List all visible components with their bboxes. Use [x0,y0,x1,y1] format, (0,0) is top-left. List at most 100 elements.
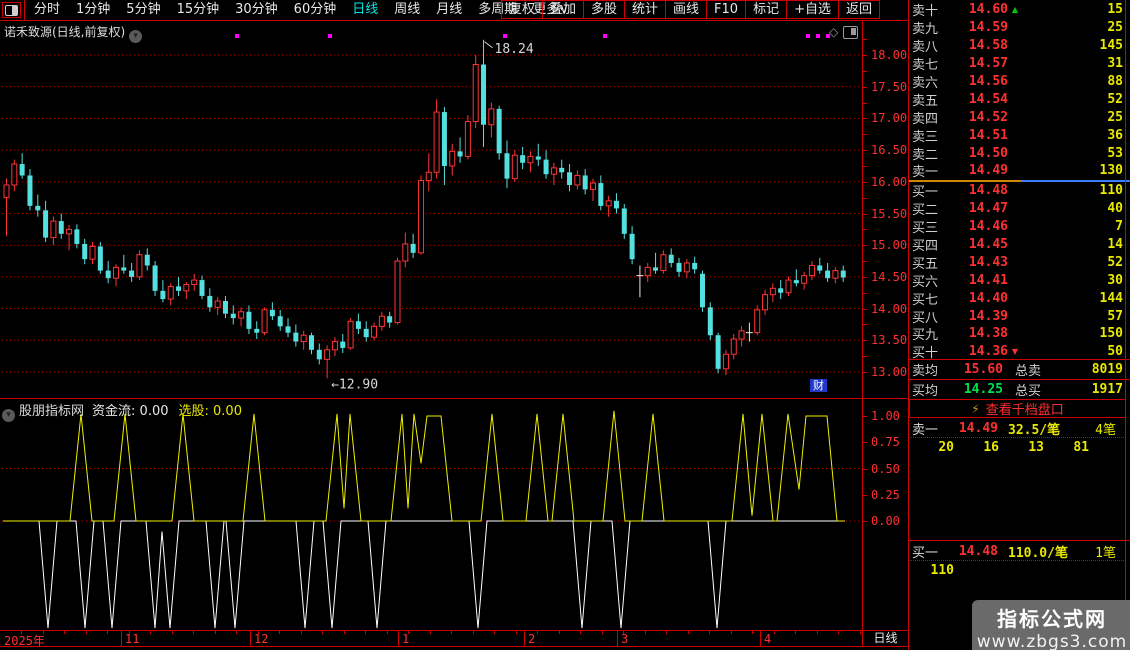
period-indicator[interactable]: 日线 [862,630,909,647]
level-price: 14.38 [948,326,1008,341]
indicator-chart[interactable] [0,398,862,630]
price-tick-label: 15.50 [871,207,907,221]
total-volume: 8019 [1055,362,1123,377]
financial-report-badge[interactable]: 财 [810,379,827,392]
panel-right-border [1125,0,1126,600]
candlestick-chart[interactable]: 18.24←12.90 [0,20,862,398]
menu-button-+自选[interactable]: +自选 [787,0,839,19]
date-tick [107,631,108,634]
buy-one-label: 买一 [912,542,946,561]
menu-item-日线[interactable]: 日线 [344,0,386,20]
level-label: 卖八 [912,36,948,55]
order-book-row-卖十[interactable]: 卖十14.60▲15 [909,1,1130,19]
menu-button-复权[interactable]: 复权 [501,0,543,19]
date-label: 1 [402,632,409,646]
order-book-row-卖九[interactable]: 卖九14.5925 [909,19,1130,37]
axis-tick [863,87,867,88]
date-tick [451,631,452,634]
date-cell-border [524,631,525,646]
order-book-row-卖一[interactable]: 卖一14.49130 [909,162,1130,180]
order-book-row-买六[interactable]: 买六14.4130 [909,271,1130,289]
level-label: 卖七 [912,54,948,73]
menu-item-5分钟[interactable]: 5分钟 [118,0,168,20]
level-volume: 144 [1022,291,1123,306]
menu-button-返回[interactable]: 返回 [839,0,880,19]
order-book-row-卖七[interactable]: 卖七14.5731 [909,55,1130,73]
buy-queue: 110 [909,563,1124,579]
axis-tick [863,150,867,151]
date-tick [817,631,818,634]
order-book-row-买九[interactable]: 买九14.38150 [909,325,1130,343]
price-tick-label: 18.00 [871,48,907,62]
date-tick [666,631,667,634]
level-label: 买二 [912,199,948,218]
date-tick [236,631,237,634]
order-book-row-买五[interactable]: 买五14.4352 [909,253,1130,271]
split-pane-icon[interactable] [2,2,21,18]
queue-order-size: 20 [909,440,954,456]
chevron-down-icon[interactable]: ▾ [129,30,142,43]
order-book-row-买八[interactable]: 买八14.3957 [909,307,1130,325]
order-book-row-买一[interactable]: 买一14.48110 [909,182,1130,200]
level-volume: 52 [1022,92,1123,107]
menu-button-叠加[interactable]: 叠加 [543,0,584,19]
diamond-icon[interactable]: ◇ [829,25,838,39]
menu-button-画线[interactable]: 画线 [666,0,707,19]
sell-queue: 20161381 [909,440,1124,456]
menu-item-30分钟[interactable]: 30分钟 [227,0,286,20]
indicator-tick-label: 0.50 [871,462,900,476]
level-price: 14.40 [948,291,1008,306]
menu-button-标记[interactable]: 标记 [746,0,787,19]
fund-flow-label: 资金流: [92,404,135,419]
queue-order-size: 81 [1044,440,1089,456]
order-book-row-卖四[interactable]: 卖四14.5225 [909,108,1130,126]
order-book-row-卖二[interactable]: 卖二14.5053 [909,144,1130,162]
axis-tick [863,214,867,215]
date-tick [301,631,302,634]
level-volume: 88 [1022,74,1123,89]
avg-price: 15.60 [948,362,1003,377]
level-volume: 30 [1022,273,1123,288]
level-volume: 14 [1022,237,1123,252]
level-price: 14.46 [948,219,1008,234]
menu-item-周线[interactable]: 周线 [386,0,428,20]
buy-one-detail-row[interactable]: 买一 14.48 110.0/笔 1笔 [909,543,1124,561]
order-book-row-买七[interactable]: 买七14.40144 [909,289,1130,307]
level-label: 买三 [912,217,948,236]
order-book-row-卖三[interactable]: 卖三14.5136 [909,126,1130,144]
order-book-row-卖八[interactable]: 卖八14.58145 [909,37,1130,55]
level-volume: 50 [1022,344,1123,359]
order-book-row-买四[interactable]: 买四14.4514 [909,236,1130,254]
order-book-row-买三[interactable]: 买三14.467 [909,218,1130,236]
date-tick [774,631,775,634]
price-tick-label: 17.50 [871,80,907,94]
menu-button-F10[interactable]: F10 [707,0,746,19]
menu-item-60分钟[interactable]: 60分钟 [286,0,345,20]
level-price: 14.48 [948,183,1008,198]
menu-item-15分钟[interactable]: 15分钟 [169,0,228,20]
stock-pick-label: 选股: [179,404,209,419]
view-thousand-levels-button[interactable]: ⚡查看千档盘口 [909,399,1126,418]
menu-item-月线[interactable]: 月线 [428,0,470,20]
menu-divider [24,0,25,20]
buy-one-count: 1笔 [1068,542,1116,561]
price-axis: 18.0017.5017.0016.5016.0015.5015.0014.50… [862,20,909,631]
level-label: 卖五 [912,90,948,109]
level-price: 14.39 [948,309,1008,324]
indicator-tick-label: 0.25 [871,488,900,502]
date-axis: 2025年11121234 [0,630,862,647]
axis-tick [863,71,867,72]
order-book-row-买二[interactable]: 买二14.4740 [909,200,1130,218]
menu-item-分时[interactable]: 分时 [26,0,68,20]
chevron-down-icon[interactable]: ▾ [2,409,15,422]
menu-button-统计[interactable]: 统计 [625,0,666,19]
axis-tick [863,495,867,496]
menu-item-1分钟[interactable]: 1分钟 [68,0,118,20]
order-book-row-卖五[interactable]: 卖五14.5452 [909,90,1130,108]
sell-one-detail-row[interactable]: 卖一 14.49 32.5/笔 4笔 [909,420,1124,438]
menu-button-多股[interactable]: 多股 [584,0,625,19]
level-label: 卖九 [912,18,948,37]
order-book-row-卖六[interactable]: 卖六14.5688 [909,73,1130,91]
level-button-label: 查看千档盘口 [986,399,1064,418]
panel-toggle-icon[interactable] [843,26,858,39]
